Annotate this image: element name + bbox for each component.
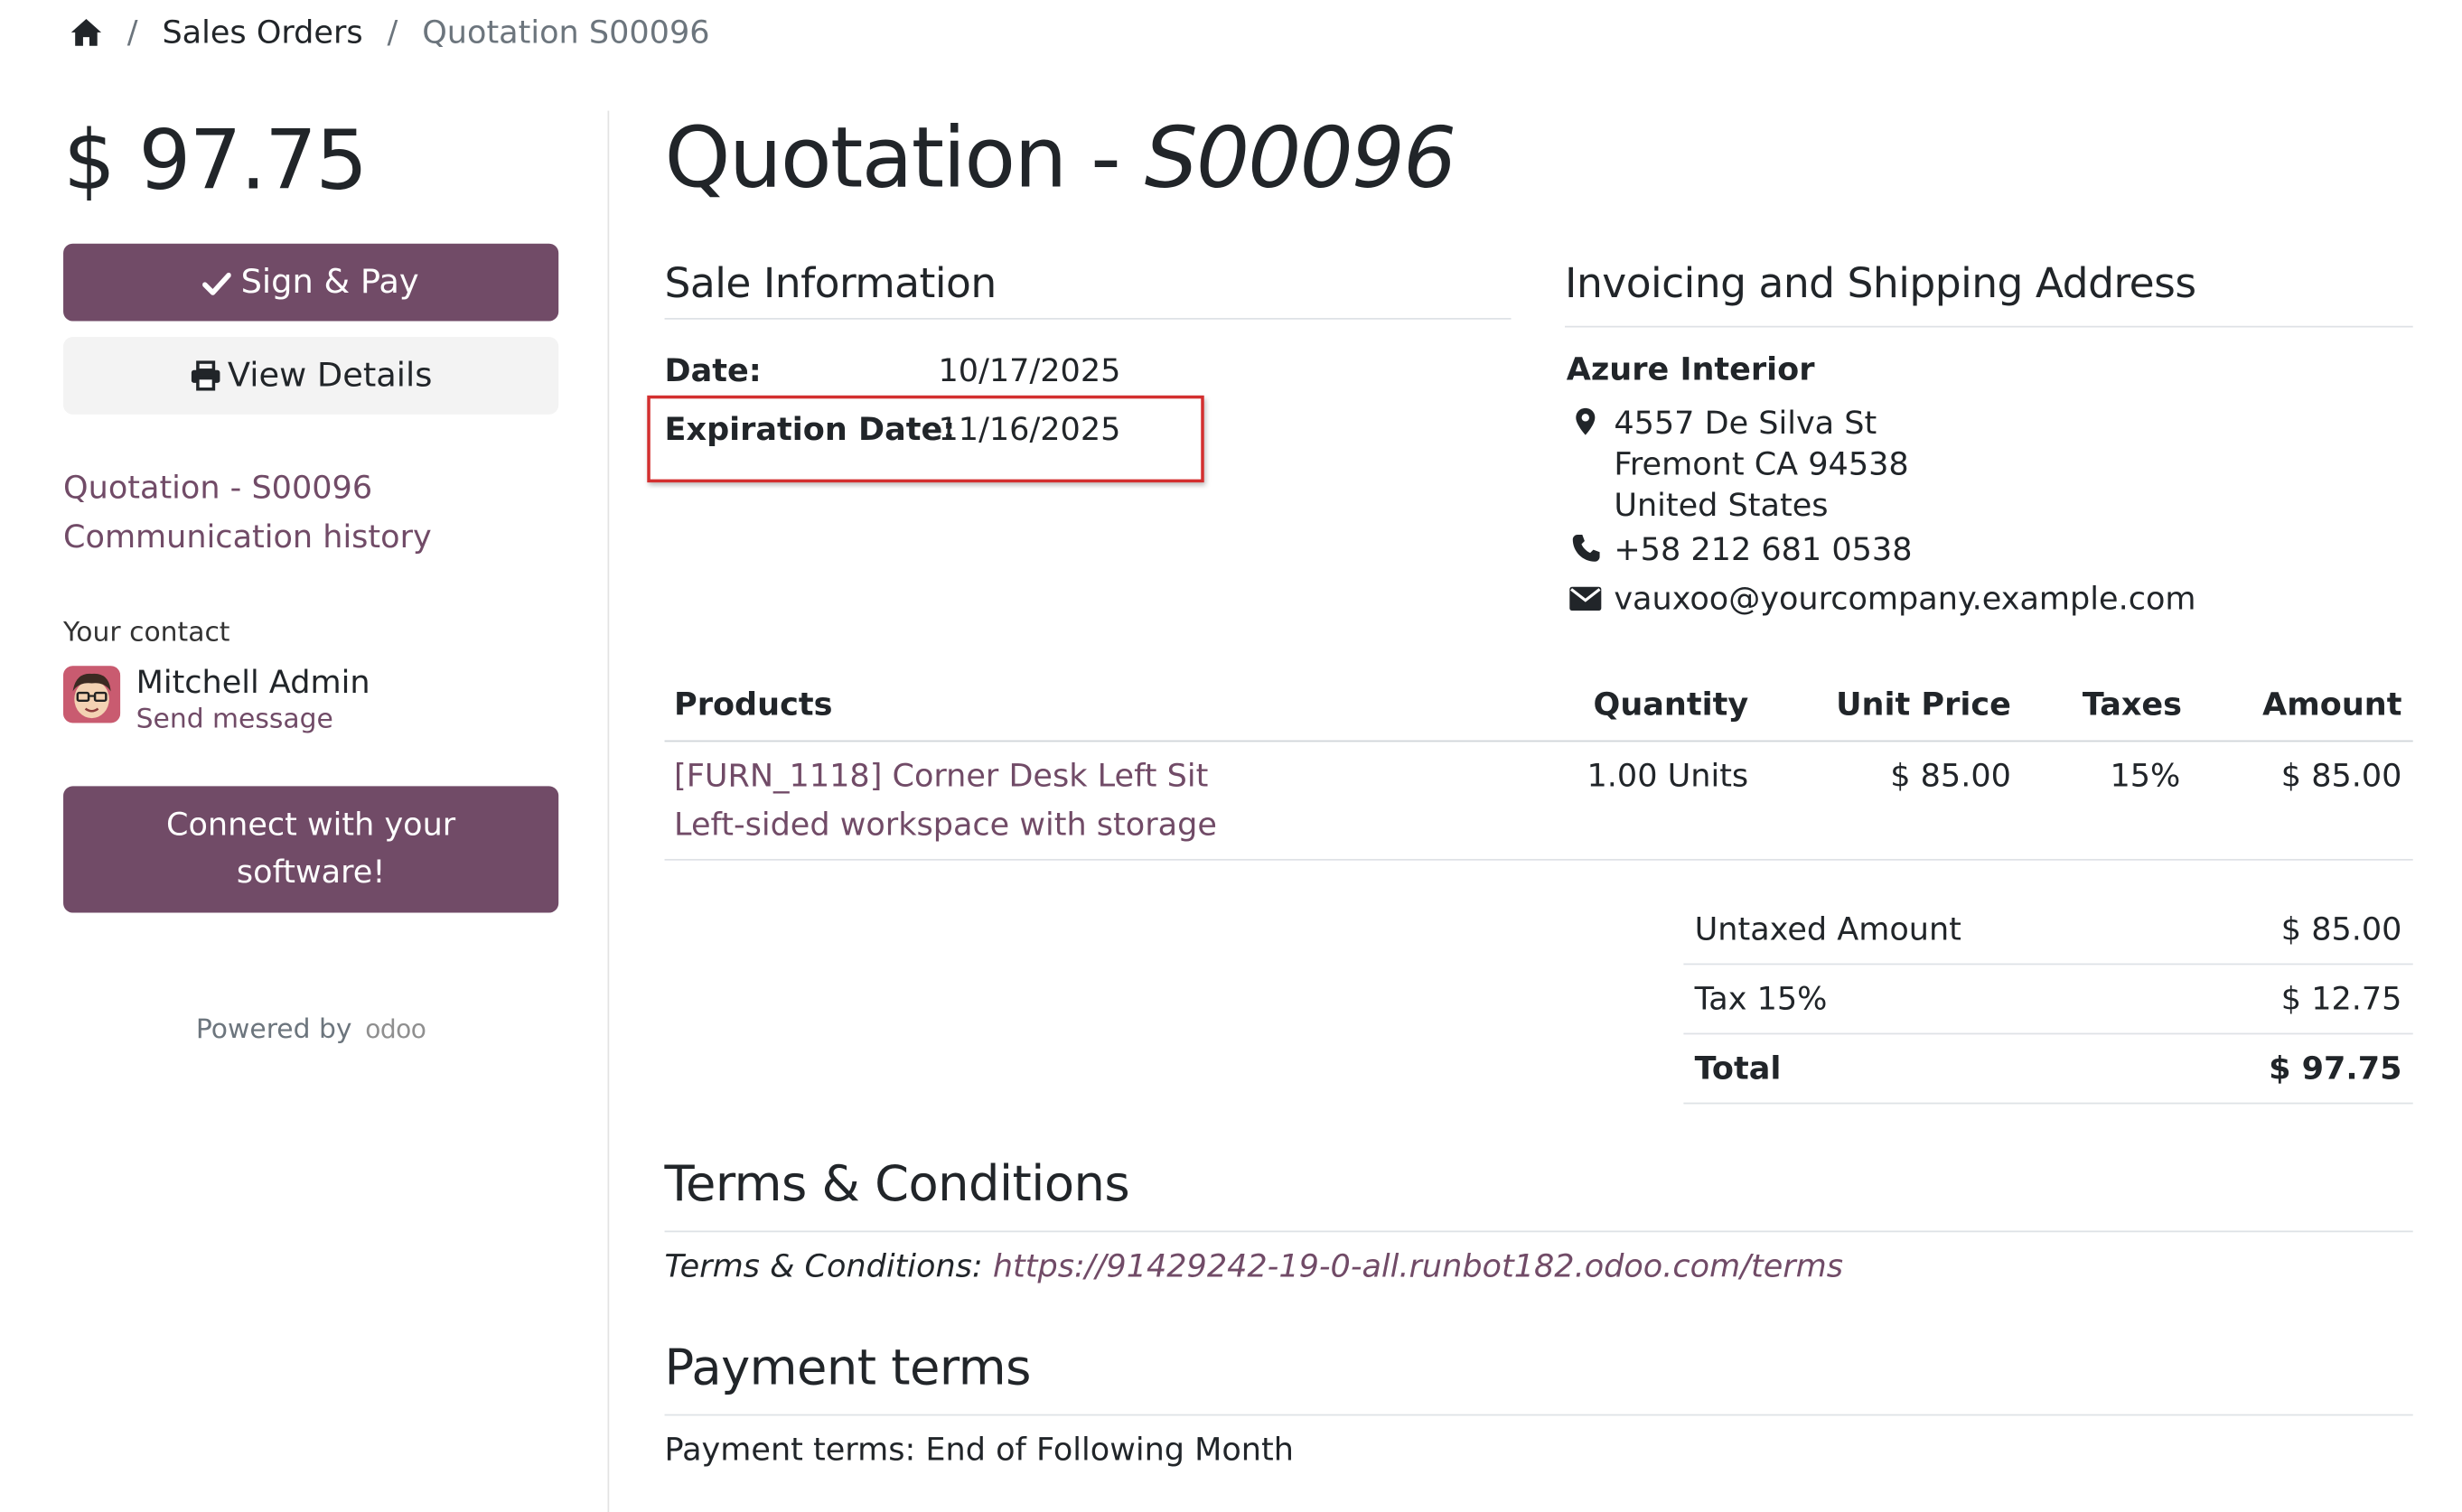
connect-software-line-1: Connect with your [166, 805, 456, 844]
product-quantity: 1.00 Units [1587, 756, 1749, 795]
product-amount: $ 85.00 [2280, 756, 2402, 795]
sale-info-divider [664, 318, 1512, 320]
powered-by-label: Powered by [195, 1013, 352, 1046]
sign-pay-button[interactable]: Sign & Pay [63, 243, 559, 324]
address-heading: Invoicing and Shipping Address [1565, 260, 2196, 309]
col-header-taxes: Taxes [2082, 685, 2183, 723]
breadcrumb-sales-orders[interactable]: Sales Orders [162, 13, 362, 51]
payment-terms-divider [664, 1414, 2413, 1416]
terms-text: Terms & Conditions: https://91429242-19-… [665, 1246, 1843, 1284]
page-title: Quotation - S00096 [664, 110, 1457, 208]
date-label: Date: [664, 350, 762, 389]
total-row: Total $ 97.75 [1683, 1034, 2413, 1105]
view-details-label: View Details [227, 356, 433, 395]
payment-terms-text: Payment terms: End of Following Month [664, 1430, 1294, 1469]
date-value: 10/17/2025 [938, 350, 1121, 389]
untaxed-amount-label: Untaxed Amount [1694, 909, 1961, 948]
map-marker-icon [1575, 406, 1597, 443]
title-number: S00096 [1144, 110, 1456, 208]
terms-heading: Terms & Conditions [664, 1156, 1130, 1214]
sale-info-heading: Sale Information [664, 260, 997, 309]
terms-link[interactable]: https://91429242-19-0-all.runbot182.odoo… [993, 1246, 1843, 1284]
quotation-link[interactable]: Quotation - S00096 [63, 468, 372, 506]
sidebar-divider [607, 110, 610, 1512]
email-address: vauxoo@yourcompany.example.com [1614, 578, 2196, 618]
address-country: United States [1614, 485, 1829, 524]
envelope-icon [1568, 585, 1604, 619]
connect-software-line-2: software! [236, 852, 386, 891]
phone-number: +58 212 681 0538 [1614, 529, 1913, 568]
contact-heading: Your contact [63, 617, 230, 649]
breadcrumb: / Sales Orders / Quotation S00096 [70, 11, 710, 58]
send-message-link[interactable]: Send message [136, 704, 333, 735]
product-taxes: 15% [2110, 756, 2181, 795]
check-icon [202, 247, 232, 324]
avatar [63, 666, 121, 723]
print-icon [190, 341, 221, 419]
terms-label: Terms & Conditions: [664, 1246, 983, 1285]
contact-name: Mitchell Admin [136, 662, 370, 701]
total-value: $ 97.75 [2269, 1049, 2402, 1087]
product-name-link[interactable]: [FURN_1118] Corner Desk Left Sit [674, 756, 1208, 794]
communication-history-link[interactable]: Communication history [63, 518, 432, 555]
sign-pay-label: Sign & Pay [240, 262, 419, 301]
breadcrumb-current: Quotation S00096 [422, 13, 710, 51]
expiration-highlight-box [647, 395, 1204, 483]
product-unit-price: $ 85.00 [1890, 756, 2011, 795]
col-header-quantity: Quantity [1593, 685, 1749, 723]
col-header-amount: Amount [2262, 685, 2402, 723]
powered-by: Powered by odoo [63, 1014, 558, 1046]
address-divider [1565, 325, 2413, 328]
untaxed-amount-value: $ 85.00 [2280, 909, 2402, 948]
company-name: Azure Interior [1566, 350, 1815, 388]
phone-icon [1571, 533, 1601, 569]
col-header-products: Products [674, 685, 833, 723]
table-row: [FURN_1118] Corner Desk Left Sit Left-si… [664, 742, 2413, 861]
tax-label: Tax 15% [1694, 979, 1828, 1018]
view-details-button[interactable]: View Details [63, 337, 559, 415]
total-label: Total [1694, 1049, 1782, 1087]
col-header-unit-price: Unit Price [1836, 685, 2011, 723]
breadcrumb-separator: / [387, 13, 398, 51]
address-city: Fremont CA 94538 [1614, 444, 1909, 483]
connect-software-button[interactable]: Connect with your software! [63, 786, 559, 913]
address-street: 4557 De Silva St [1614, 403, 1877, 442]
home-icon[interactable] [70, 16, 103, 58]
payment-terms-heading: Payment terms [664, 1339, 1032, 1397]
odoo-logo[interactable]: odoo [365, 1014, 426, 1044]
terms-divider [664, 1230, 2413, 1233]
breadcrumb-separator: / [126, 13, 138, 51]
product-description: Left-sided workspace with storage [674, 805, 1217, 844]
tax-row: Tax 15% $ 12.75 [1683, 965, 2413, 1035]
total-amount: $ 97.75 [63, 114, 368, 210]
title-prefix: Quotation - [664, 110, 1145, 208]
tax-value: $ 12.75 [2280, 979, 2402, 1018]
untaxed-amount-row: Untaxed Amount $ 85.00 [1683, 895, 2413, 966]
